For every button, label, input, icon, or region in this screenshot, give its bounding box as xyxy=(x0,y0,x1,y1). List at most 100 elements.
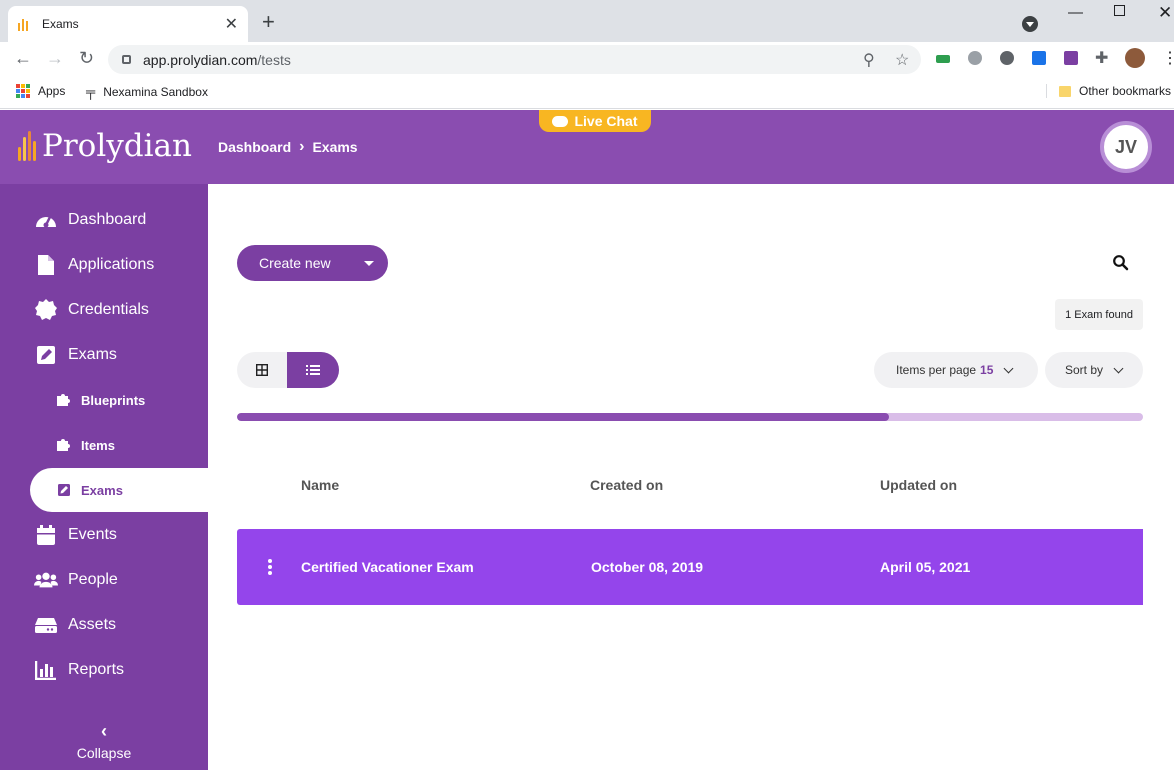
cell-created: October 08, 2019 xyxy=(591,559,704,575)
grid-view-button[interactable] xyxy=(237,352,287,388)
apps-grid-icon xyxy=(16,84,30,98)
forward-icon[interactable]: → xyxy=(46,48,64,69)
list-view-button[interactable] xyxy=(287,352,339,388)
items-per-page-value: 15 xyxy=(980,363,994,377)
items-per-page-select[interactable]: Items per page 15 xyxy=(874,352,1038,388)
extension-icon[interactable] xyxy=(1064,51,1078,65)
sidebar-item-exams-active[interactable]: Exams xyxy=(30,468,208,512)
create-new-button[interactable]: Create new xyxy=(237,245,388,281)
brand-logo[interactable]: Prolydian xyxy=(18,128,192,164)
view-toggle xyxy=(237,352,339,388)
user-avatar[interactable]: JV xyxy=(1100,121,1152,173)
sidebar-label: Items xyxy=(81,437,115,453)
tab-title: Exams xyxy=(42,17,79,31)
gauge-icon xyxy=(34,209,58,231)
sidebar-label: Exams xyxy=(68,346,117,363)
bookmark-other[interactable]: Other bookmarks xyxy=(1046,84,1171,98)
menu-icon[interactable]: ⋮ xyxy=(1162,48,1174,68)
maximize-icon[interactable] xyxy=(1114,5,1125,16)
edit-icon xyxy=(34,344,58,366)
puzzle-icon xyxy=(56,393,72,407)
tab-search-icon[interactable] xyxy=(1022,16,1038,32)
lock-icon xyxy=(122,55,131,64)
bookmark-sandbox[interactable]: ╤ Nexamina Sandbox xyxy=(86,84,208,99)
results-count: 1 Exam found xyxy=(1055,299,1143,330)
chat-bubble-icon xyxy=(552,115,569,127)
collapse-label: Collapse xyxy=(76,745,132,761)
sidebar-label: Events xyxy=(68,526,117,543)
close-window-icon[interactable]: ✕ xyxy=(1158,3,1172,23)
breadcrumb-dashboard[interactable]: Dashboard xyxy=(218,139,291,155)
list-icon xyxy=(306,365,320,375)
breadcrumb-exams: Exams xyxy=(312,139,358,155)
bookmark-other-label: Other bookmarks xyxy=(1079,84,1172,98)
bookmark-apps[interactable]: Apps xyxy=(16,84,65,98)
sidebar-item-items[interactable]: Items xyxy=(0,423,208,467)
sidebar-label: Assets xyxy=(68,616,117,633)
bookmark-apps-label: Apps xyxy=(38,84,66,98)
extension-icon[interactable] xyxy=(1032,51,1046,65)
sidebar-item-assets[interactable]: Assets xyxy=(0,603,208,647)
cell-updated: April 05, 2021 xyxy=(880,559,971,575)
column-header-created[interactable]: Created on xyxy=(590,477,663,493)
file-icon xyxy=(34,254,58,276)
puzzle-extensions-icon[interactable]: ✚ xyxy=(1095,48,1108,68)
progress-fill xyxy=(237,413,890,421)
sort-by-select[interactable]: Sort by xyxy=(1045,352,1143,388)
browser-tab[interactable]: Exams ✕ xyxy=(8,6,248,42)
live-chat-button[interactable]: Live Chat xyxy=(539,110,651,132)
progress-bar xyxy=(237,413,1143,421)
sidebar-label: People xyxy=(68,571,118,588)
address-bar[interactable]: app.prolydian.com/tests xyxy=(108,45,921,74)
zoom-icon[interactable]: ⚲ xyxy=(863,50,875,70)
column-header-updated[interactable]: Updated on xyxy=(880,477,957,493)
new-tab-button[interactable]: + xyxy=(262,11,275,33)
back-icon[interactable]: ← xyxy=(14,48,32,69)
drive-icon xyxy=(34,614,58,636)
url-host: app.prolydian.com xyxy=(143,51,258,68)
bookmark-star-icon[interactable]: ☆ xyxy=(895,50,909,70)
bookmark-sandbox-label: Nexamina Sandbox xyxy=(103,84,208,99)
sidebar-item-reports[interactable]: Reports xyxy=(0,648,208,692)
live-chat-label: Live Chat xyxy=(574,113,638,129)
collapse-button[interactable]: ‹ Collapse xyxy=(0,722,208,761)
extension-icon[interactable] xyxy=(936,55,950,63)
cell-name[interactable]: Certified Vacationer Exam xyxy=(301,559,474,575)
profile-avatar-icon[interactable] xyxy=(1125,48,1145,68)
people-icon xyxy=(34,569,58,591)
sidebar-item-people[interactable]: People xyxy=(0,558,208,602)
sidebar-item-exams[interactable]: Exams xyxy=(0,333,208,377)
sidebar-item-credentials[interactable]: Credentials xyxy=(0,288,208,332)
table-row[interactable]: Certified Vacationer Exam October 08, 20… xyxy=(237,529,1143,605)
folder-icon xyxy=(1059,85,1071,97)
extension-icon[interactable] xyxy=(1000,51,1014,65)
sidebar-label: Blueprints xyxy=(81,392,146,408)
puzzle-icon xyxy=(56,438,72,452)
search-icon[interactable] xyxy=(1112,254,1130,272)
extension-icon[interactable] xyxy=(968,51,982,65)
prolydian-favicon xyxy=(18,17,32,31)
sidebar-item-blueprints[interactable]: Blueprints xyxy=(0,378,208,422)
sidebar-item-events[interactable]: Events xyxy=(0,513,208,557)
chart-icon xyxy=(34,659,58,681)
bookmarks-bar: Apps ╤ Nexamina Sandbox Other bookmarks xyxy=(0,78,1174,109)
url-path: /tests xyxy=(257,51,291,68)
badge-icon xyxy=(34,299,58,321)
brand-name: Prolydian xyxy=(42,128,192,164)
create-new-label: Create new xyxy=(259,255,331,271)
breadcrumb-separator-icon: › xyxy=(299,138,305,155)
breadcrumb: Dashboard › Exams xyxy=(218,138,358,156)
column-header-name[interactable]: Name xyxy=(301,477,339,493)
reload-icon[interactable]: ↻ xyxy=(79,48,94,69)
row-menu-icon[interactable] xyxy=(268,559,272,575)
sidebar-item-applications[interactable]: Applications xyxy=(0,243,208,287)
minimize-icon[interactable]: — xyxy=(1068,4,1083,21)
items-per-page-label: Items per page xyxy=(896,363,977,377)
sidebar-label: Applications xyxy=(68,256,155,273)
tab-close-icon[interactable]: ✕ xyxy=(225,14,238,34)
sidebar-item-dashboard[interactable]: Dashboard xyxy=(0,198,208,242)
logo-mark-icon xyxy=(18,131,36,161)
browser-tabstrip: Exams ✕ + — ✕ xyxy=(0,0,1174,42)
grid-icon xyxy=(256,364,268,376)
calendar-icon xyxy=(34,524,58,546)
